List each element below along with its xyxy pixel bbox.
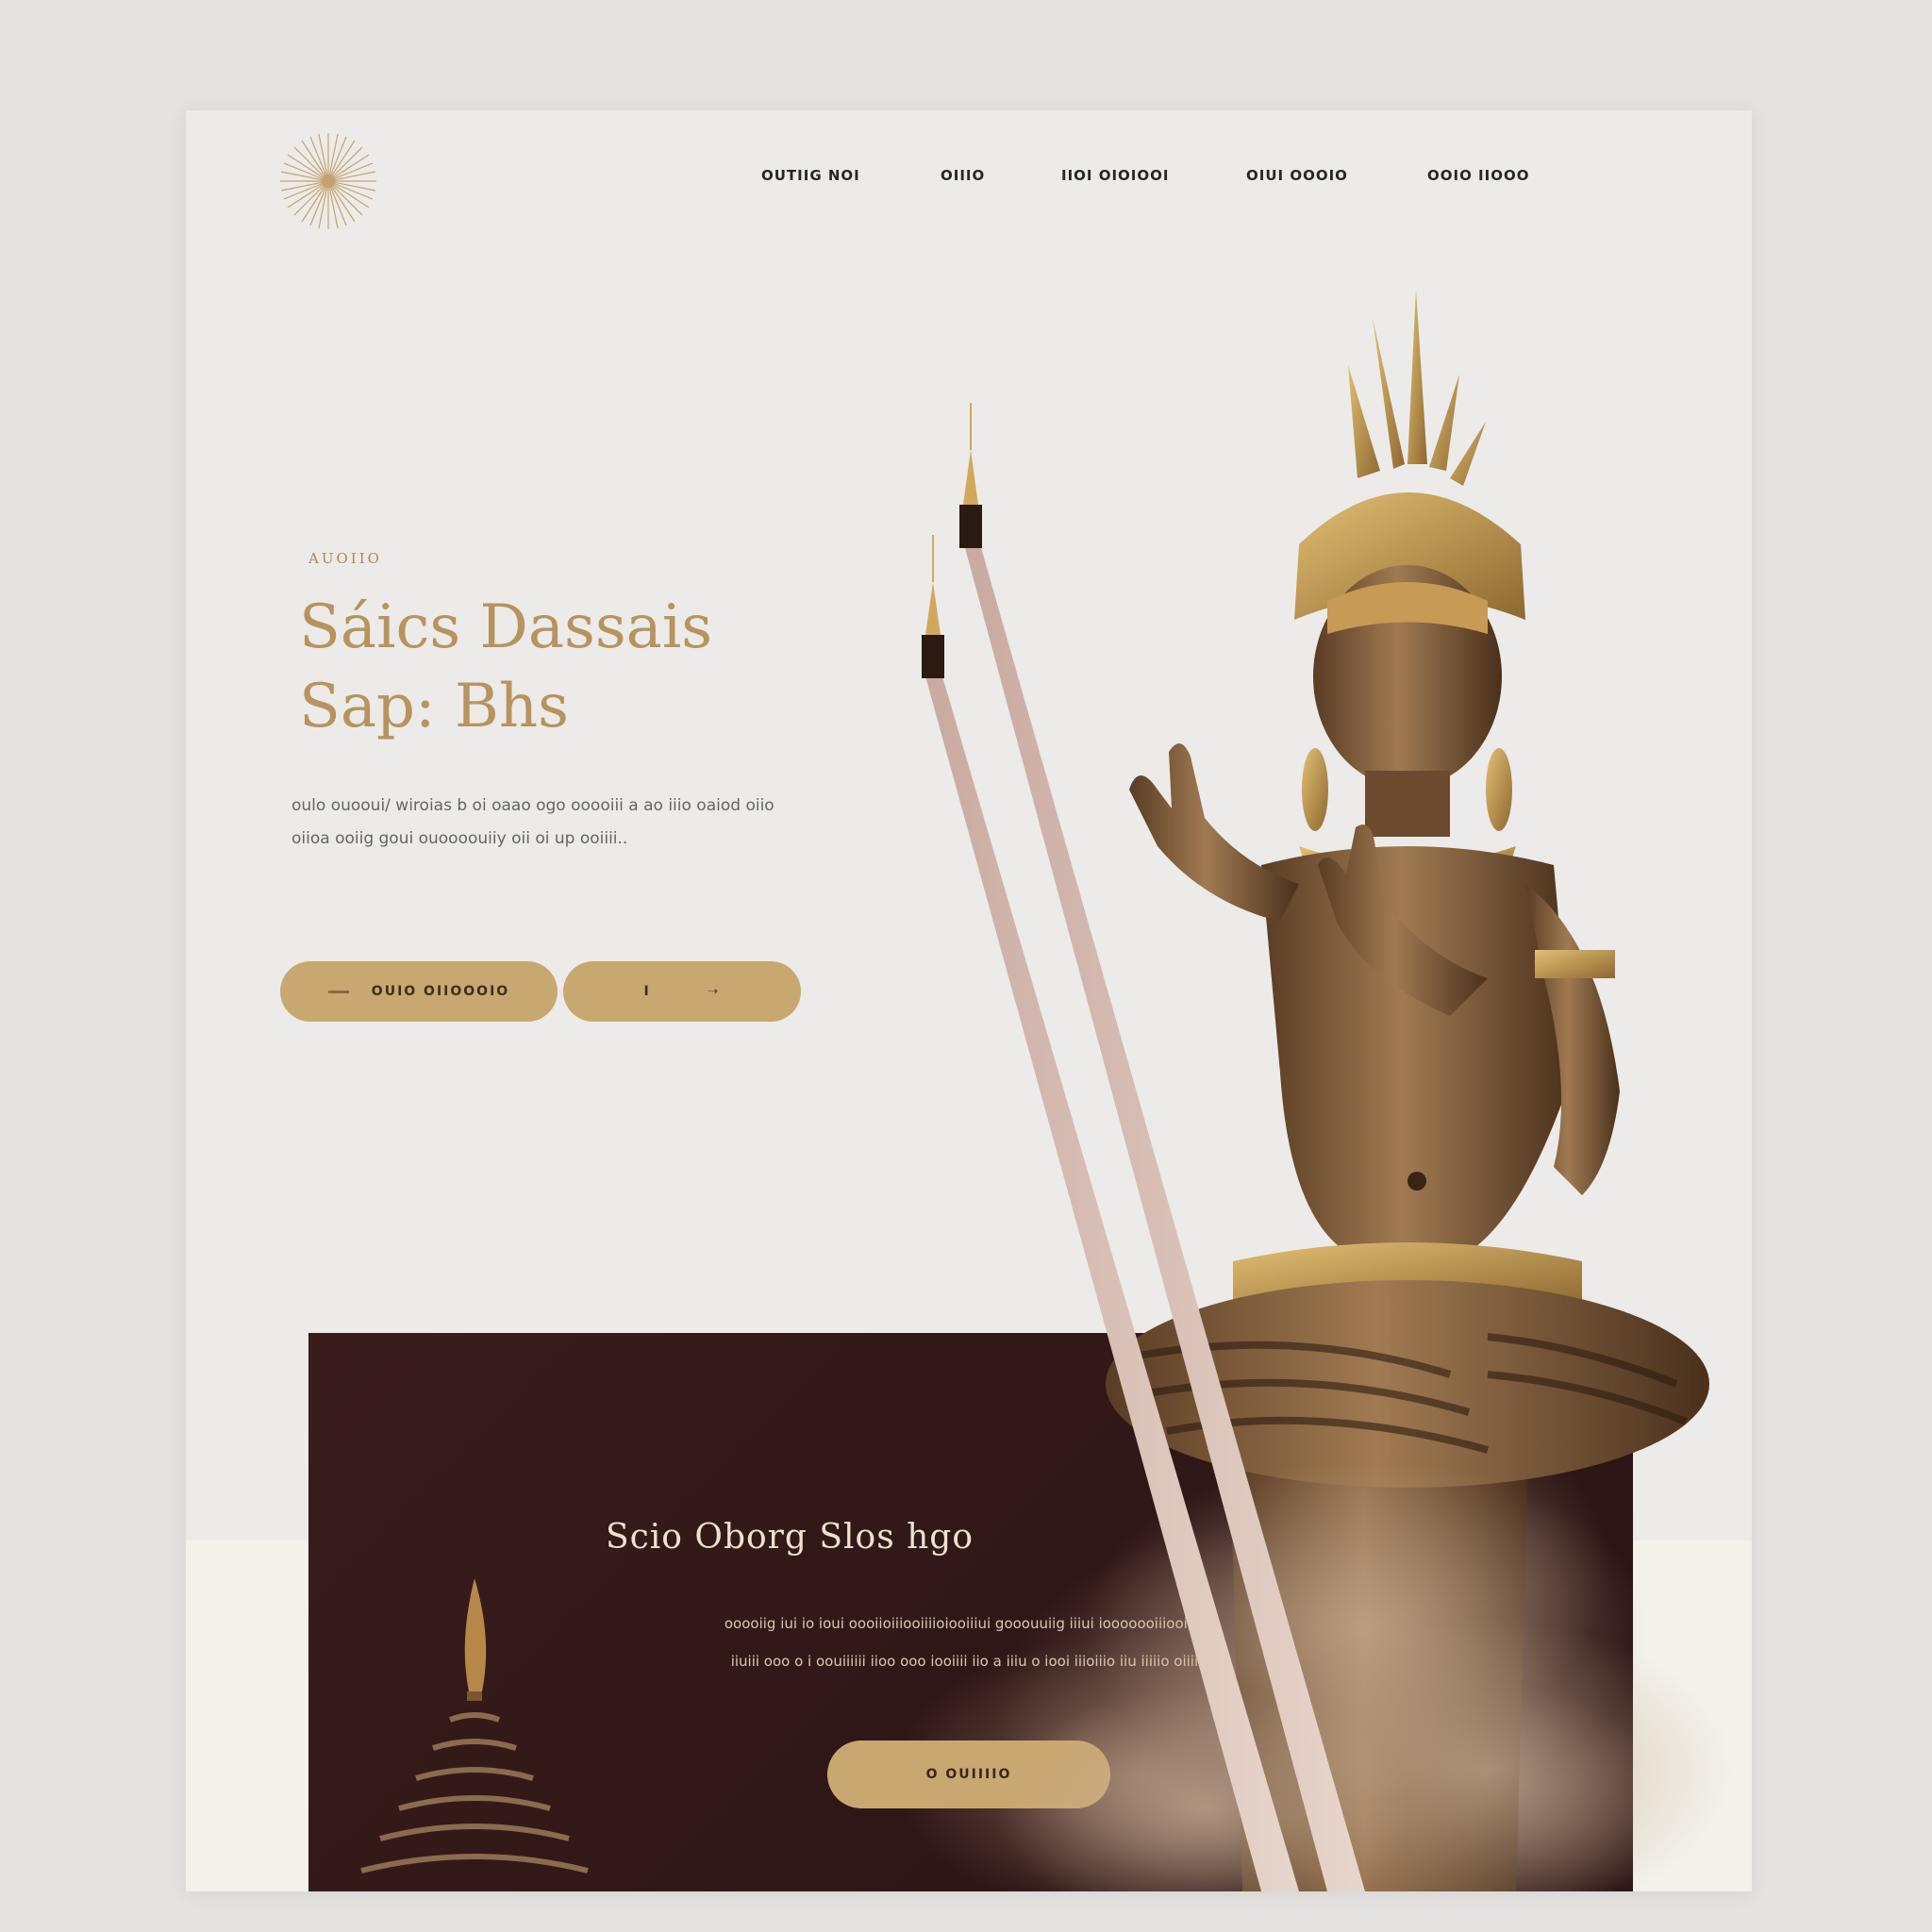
hero-primary-button[interactable]: OUIO OIIOOOIO bbox=[280, 961, 558, 1022]
hero-secondary-button[interactable]: I ➝ bbox=[563, 961, 801, 1022]
dash-icon bbox=[327, 990, 349, 993]
nav-item-4[interactable]: OIUI OOOIO bbox=[1246, 167, 1348, 184]
statue-illustration bbox=[922, 290, 1733, 1891]
nav-item-3[interactable]: IIOI OIOIOOI bbox=[1061, 167, 1169, 184]
hero-title-line-1: Sáics Dassais bbox=[299, 592, 713, 662]
nav-item-5[interactable]: OOIO IIOOO bbox=[1427, 167, 1529, 184]
hero-description: oulo ouooui/ wiroias b oi oaao ogo ooooi… bbox=[291, 790, 876, 856]
hero-title-line-2: Sap: Bhs bbox=[299, 672, 569, 741]
hero-desc-line-1: oulo ouooui/ wiroias b oi oaao ogo ooooi… bbox=[291, 796, 774, 815]
hero-title: Sáics Dassais Sap: Bhs bbox=[299, 588, 884, 746]
nav-item-1[interactable]: OUTIIG NOI bbox=[761, 167, 860, 184]
hero-desc-line-2: oiioa ooiig goui ouoooouiiy oii oi up oo… bbox=[291, 829, 628, 848]
top-nav: OUTIIG NOI OIIIO IIOI OIOIOOI OIUI OOOIO… bbox=[186, 167, 1752, 195]
hero-primary-button-label: OUIO OIIOOOIO bbox=[371, 984, 510, 999]
hero-secondary-button-label: I bbox=[643, 984, 651, 999]
hero-eyebrow: AUOIIO bbox=[308, 550, 382, 567]
landing-page: OUTIIG NOI OIIIO IIOI OIOIOOI OIUI OOOIO… bbox=[186, 110, 1752, 1891]
arrow-right-icon: ➝ bbox=[707, 984, 721, 999]
nav-item-2[interactable]: OIIIO bbox=[941, 167, 985, 184]
